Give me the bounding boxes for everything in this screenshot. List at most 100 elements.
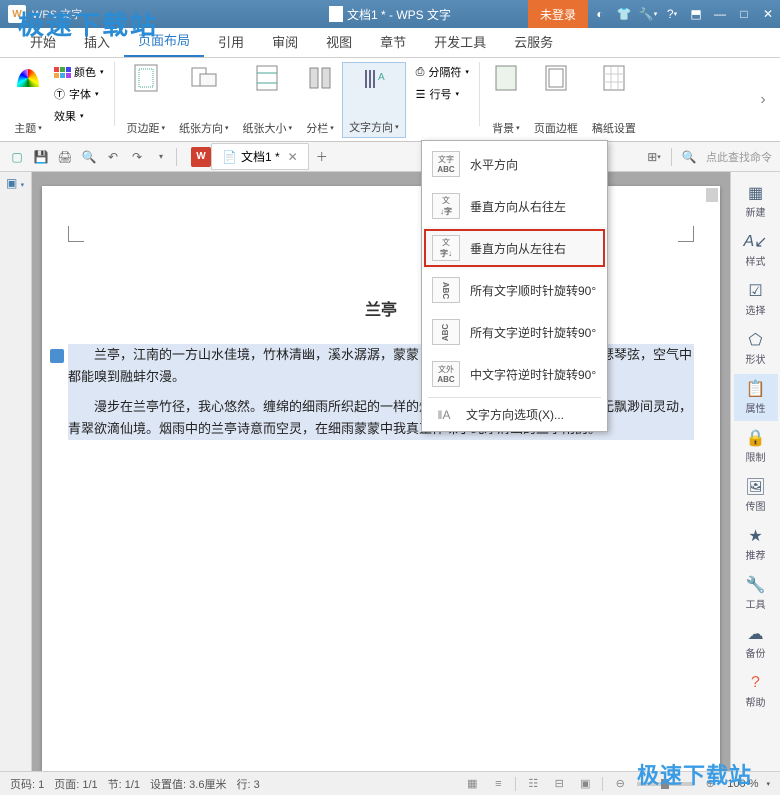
- theme-icon: [14, 64, 42, 92]
- ribbon-separator[interactable]: ⎙ 分隔符 ▾: [412, 62, 473, 82]
- document-canvas[interactable]: 兰亭 兰亭，江南的一方山水佳境，竹林清幽，溪水潺潺，蒙蒙，如诗如画。风拂过竹林拂…: [32, 172, 730, 771]
- ribbon-expand-icon[interactable]: ›: [754, 62, 772, 138]
- background-icon: [492, 64, 520, 92]
- font-icon: Ⓣ: [54, 86, 65, 102]
- view-web-icon[interactable]: ≡: [489, 776, 507, 792]
- panel-backup[interactable]: ☁备份: [734, 619, 778, 666]
- window-arrange-icon[interactable]: ⊞▾: [645, 148, 663, 166]
- panel-help[interactable]: ?帮助: [734, 668, 778, 715]
- doc-tab-close-icon[interactable]: ✕: [288, 150, 298, 164]
- dd-options[interactable]: ‖A 文字方向选项(X)...: [422, 400, 607, 429]
- help-dropdown-icon[interactable]: ?▾: [660, 0, 684, 28]
- ribbon-margins[interactable]: 页边距 ▾: [121, 62, 172, 138]
- panel-recommend[interactable]: ★推荐: [734, 521, 778, 568]
- maximize-button[interactable]: □: [732, 0, 756, 28]
- section-start-icon: [50, 349, 64, 363]
- minimize-button[interactable]: —: [708, 0, 732, 28]
- wps-home-tab[interactable]: W: [191, 147, 211, 167]
- ribbon-text-direction[interactable]: A 文字方向 ▾: [342, 62, 406, 138]
- view-fullscreen-icon[interactable]: ▣: [576, 776, 594, 792]
- watermark-top-left: 极速下载站: [18, 5, 158, 42]
- tab-cloud[interactable]: 云服务: [500, 26, 567, 57]
- status-section[interactable]: 节: 1/1: [108, 776, 140, 792]
- ribbon-font[interactable]: Ⓣ 字体 ▾: [50, 84, 108, 104]
- ribbon-manuscript[interactable]: 稿纸设置: [586, 62, 642, 138]
- ribbon-size[interactable]: 纸张大小 ▾: [237, 62, 299, 138]
- qb-dropdown-icon[interactable]: ▾: [152, 148, 170, 166]
- section-marker-icon[interactable]: ▣ ▾: [0, 172, 31, 194]
- dd-rotate-cw[interactable]: ABC 所有文字顺时针旋转90°: [422, 269, 607, 311]
- star-icon: ★: [747, 527, 765, 545]
- page-border-icon: [542, 64, 570, 92]
- view-reading-icon[interactable]: ⊟: [550, 776, 568, 792]
- tab-review[interactable]: 审阅: [258, 26, 312, 57]
- settings-dropdown-icon[interactable]: 🔧▾: [636, 0, 660, 28]
- left-gutter: ▣ ▾: [0, 172, 32, 771]
- upload-image-icon: 🖼: [747, 478, 765, 496]
- scroll-indicator-icon: [706, 188, 718, 202]
- redo-icon[interactable]: ↷: [128, 148, 146, 166]
- collapse-ribbon-icon[interactable]: ⬒: [684, 0, 708, 28]
- panel-style[interactable]: A↙样式: [734, 227, 778, 274]
- dd-rotate-cw-icon: ABC: [432, 277, 460, 303]
- quick-access-bar: ▢ 💾 🖨 🔍 ↶ ↷ ▾ W 📄 文档1 * ✕ ＋ ⊞▾ 🔍 点此查找命令: [0, 142, 780, 172]
- ribbon-effect[interactable]: 效果 ▾: [50, 106, 108, 126]
- cloud-icon: ☁: [747, 625, 765, 643]
- text-direction-options-icon: ‖A: [432, 408, 456, 422]
- search-icon[interactable]: 🔍: [680, 148, 698, 166]
- margin-corner-tr-icon: [678, 226, 694, 242]
- ribbon-background[interactable]: 背景 ▾: [486, 62, 526, 138]
- dd-chinese-ccw-icon: 文外ABC: [432, 361, 460, 387]
- panel-properties[interactable]: 📋属性: [734, 374, 778, 421]
- tab-developer[interactable]: 开发工具: [420, 26, 500, 57]
- status-set-value: 设置值: 3.6厘米: [150, 776, 226, 792]
- login-button[interactable]: 未登录: [528, 0, 588, 28]
- print-preview-icon[interactable]: 🔍: [80, 148, 98, 166]
- ribbon-theme[interactable]: 主题 ▾: [8, 62, 48, 138]
- save-icon[interactable]: 💾: [32, 148, 50, 166]
- undo-icon[interactable]: ↶: [104, 148, 122, 166]
- status-row: 行: 3: [236, 776, 259, 792]
- panel-shape[interactable]: ⬠形状: [734, 325, 778, 372]
- print-icon[interactable]: 🖨: [56, 148, 74, 166]
- lock-icon: 🔒: [747, 429, 765, 447]
- panel-select[interactable]: ☑选择: [734, 276, 778, 323]
- dd-vertical-rtl[interactable]: 文↓字 垂直方向从右往左: [422, 185, 607, 227]
- close-button[interactable]: ✕: [756, 0, 780, 28]
- search-placeholder[interactable]: 点此查找命令: [706, 149, 772, 165]
- new-tab-icon[interactable]: ＋: [313, 148, 331, 166]
- tab-view[interactable]: 视图: [312, 26, 366, 57]
- ribbon-columns[interactable]: 分栏 ▾: [300, 62, 340, 138]
- page-size-icon: [253, 64, 281, 92]
- panel-new[interactable]: ▦新建: [734, 178, 778, 225]
- style-icon: A↙: [747, 233, 765, 251]
- sync-icon[interactable]: ◐: [588, 0, 612, 28]
- margins-icon: [132, 64, 160, 92]
- status-page-no[interactable]: 页码: 1: [10, 776, 44, 792]
- panel-restrict[interactable]: 🔒限制: [734, 423, 778, 470]
- ribbon-colors[interactable]: 颜色 ▾: [50, 62, 108, 82]
- tab-references[interactable]: 引用: [204, 26, 258, 57]
- doc-tab[interactable]: 📄 文档1 * ✕: [211, 143, 309, 170]
- dd-rotate-ccw[interactable]: ABC 所有文字逆时针旋转90°: [422, 311, 607, 353]
- ribbon-page-border[interactable]: 页面边框: [528, 62, 584, 138]
- dd-separator: [428, 397, 601, 398]
- view-outline-icon[interactable]: ☷: [524, 776, 542, 792]
- dd-vertical-ltr[interactable]: 文字↓ 垂直方向从左往右: [422, 227, 607, 269]
- panel-upload-image[interactable]: 🖼传图: [734, 472, 778, 519]
- new-file-icon[interactable]: ▢: [8, 148, 26, 166]
- manuscript-icon: [600, 64, 628, 92]
- status-page-total[interactable]: 页面: 1/1: [54, 776, 97, 792]
- tab-chapter[interactable]: 章节: [366, 26, 420, 57]
- doc-tab-icon: 📄: [222, 150, 237, 164]
- svg-text:A: A: [378, 72, 385, 83]
- dd-horizontal[interactable]: 文字ABC 水平方向: [422, 143, 607, 185]
- help-icon: ?: [747, 674, 765, 692]
- panel-tools[interactable]: 🔧工具: [734, 570, 778, 617]
- skin-icon[interactable]: 👕: [612, 0, 636, 28]
- dd-chinese-ccw[interactable]: 文外ABC 中文字符逆时针旋转90°: [422, 353, 607, 395]
- zoom-out-icon[interactable]: ⊖: [611, 776, 629, 792]
- ribbon-line-number[interactable]: ☰ 行号 ▾: [412, 84, 473, 104]
- ribbon-orientation[interactable]: 纸张方向 ▾: [173, 62, 235, 138]
- view-print-icon[interactable]: ▦: [463, 776, 481, 792]
